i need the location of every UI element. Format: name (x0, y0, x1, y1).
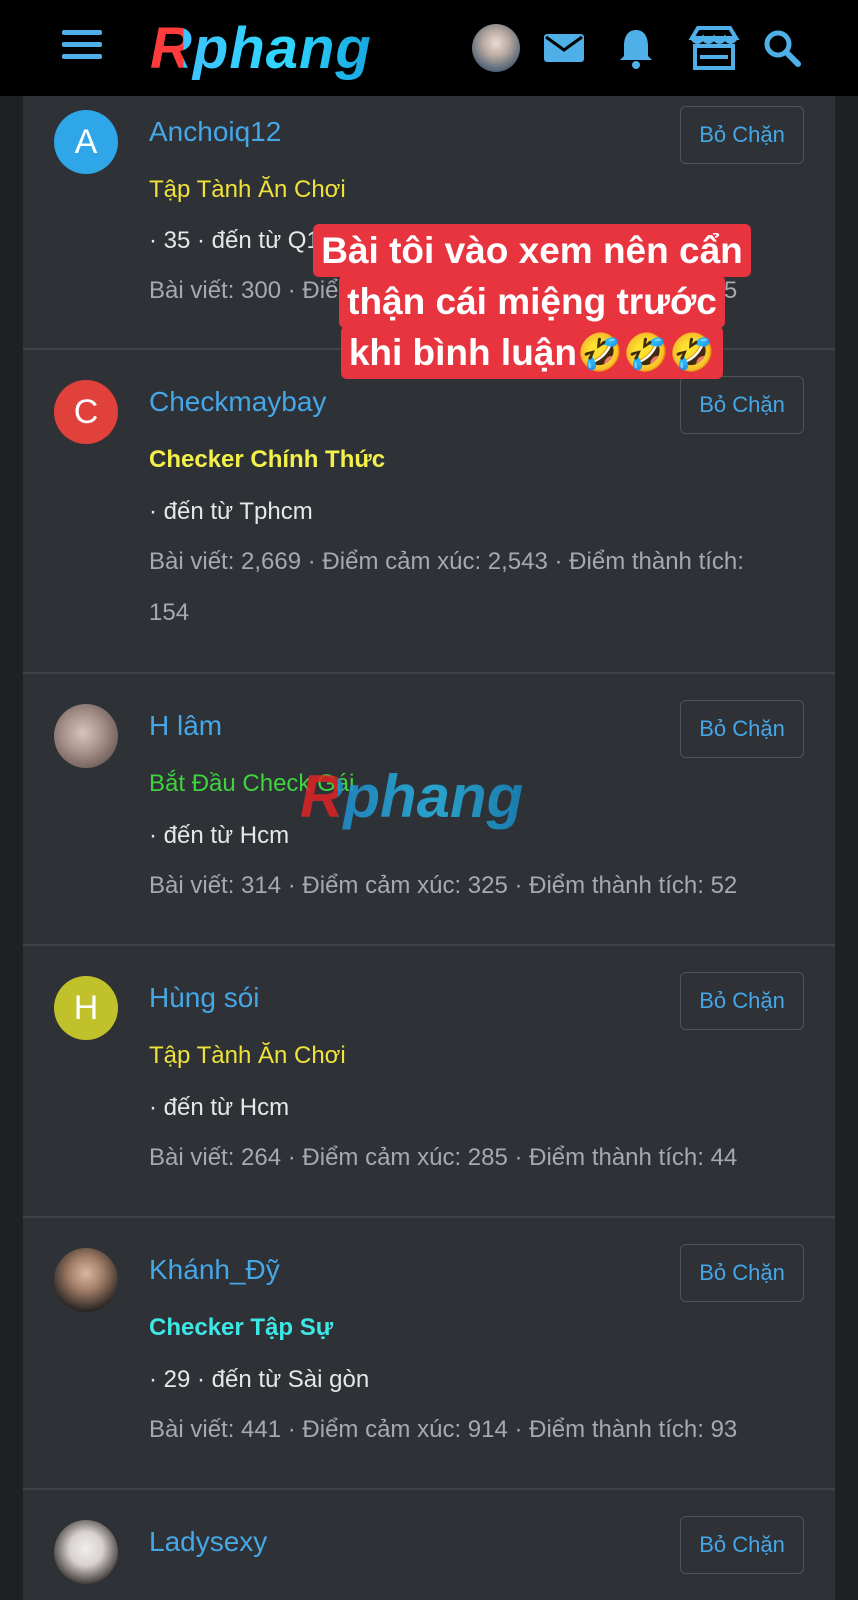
overlay-line: thận cái miệng trước (339, 275, 725, 328)
user-location: · đến từ Tphcm (149, 498, 313, 525)
user-stats: Bài viết: 2,669 · Điểm cảm xúc: 2,543 · … (149, 548, 744, 626)
user-location: · đến từ Hcm (149, 1094, 290, 1121)
list-item: Ladysexy Bỏ Chặn (23, 1490, 835, 1600)
unblock-button[interactable]: Bỏ Chặn (680, 700, 804, 758)
unblock-button[interactable]: Bỏ Chặn (680, 376, 804, 434)
user-title: Checker Chính Thức (149, 446, 386, 473)
list-item: Khánh_Đỹ Checker Tập Sự · 29 · đến từ Sà… (23, 1218, 835, 1490)
username-link[interactable]: H lâm (149, 710, 222, 742)
user-title: Tập Tành Ăn Chơi (149, 176, 346, 203)
username-link[interactable]: Checkmaybay (149, 386, 326, 418)
username-link[interactable]: Hùng sói (149, 982, 260, 1014)
menu-icon[interactable] (62, 30, 102, 66)
user-location: · đến từ Hcm (149, 822, 290, 849)
top-navigation-bar: Rphang (0, 0, 858, 96)
store-icon[interactable] (686, 24, 742, 72)
bell-icon[interactable] (612, 24, 660, 72)
search-icon[interactable] (758, 24, 806, 72)
list-item: H Hùng sói Tập Tành Ăn Chơi · đến từ Hcm… (23, 946, 835, 1218)
avatar[interactable]: A (54, 110, 118, 174)
overlay-caption: Bài tôi vào xem nên cẩn thận cái miệng t… (307, 224, 757, 379)
user-avatar[interactable] (472, 24, 520, 72)
user-title: Checker Tập Sự (149, 1314, 334, 1341)
mail-icon[interactable] (540, 24, 588, 72)
unblock-button[interactable]: Bỏ Chặn (680, 1516, 804, 1574)
avatar[interactable] (54, 1248, 118, 1312)
avatar[interactable] (54, 704, 118, 768)
list-item: C Checkmaybay Checker Chính Thức · đến t… (23, 350, 835, 674)
overlay-line: Bài tôi vào xem nên cẩn (313, 224, 751, 277)
user-stats: Bài viết: 441 · Điểm cảm xúc: 914 · Điểm… (149, 1416, 738, 1443)
username-link[interactable]: Ladysexy (149, 1526, 267, 1558)
user-location: · 35 · đến từ Q1 (149, 227, 320, 254)
unblock-button[interactable]: Bỏ Chặn (680, 972, 804, 1030)
user-location: · 29 · đến từ Sài gòn (149, 1366, 370, 1393)
username-link[interactable]: Khánh_Đỹ (149, 1254, 280, 1286)
user-stats: Bài viết: 314 · Điểm cảm xúc: 325 · Điểm… (149, 872, 738, 899)
unblock-button[interactable]: Bỏ Chặn (680, 106, 804, 164)
overlay-line: khi bình luận🤣🤣🤣 (340, 326, 724, 379)
watermark-logo: Rphang (300, 763, 524, 830)
user-stats: Bài viết: 264 · Điểm cảm xúc: 285 · Điểm… (149, 1144, 738, 1171)
avatar[interactable] (54, 1520, 118, 1584)
user-title: Tập Tành Ăn Chơi (149, 1042, 346, 1069)
site-logo[interactable]: Rphang (150, 14, 372, 84)
avatar[interactable]: H (54, 976, 118, 1040)
avatar[interactable]: C (54, 380, 118, 444)
username-link[interactable]: Anchoiq12 (149, 116, 281, 148)
unblock-button[interactable]: Bỏ Chặn (680, 1244, 804, 1302)
